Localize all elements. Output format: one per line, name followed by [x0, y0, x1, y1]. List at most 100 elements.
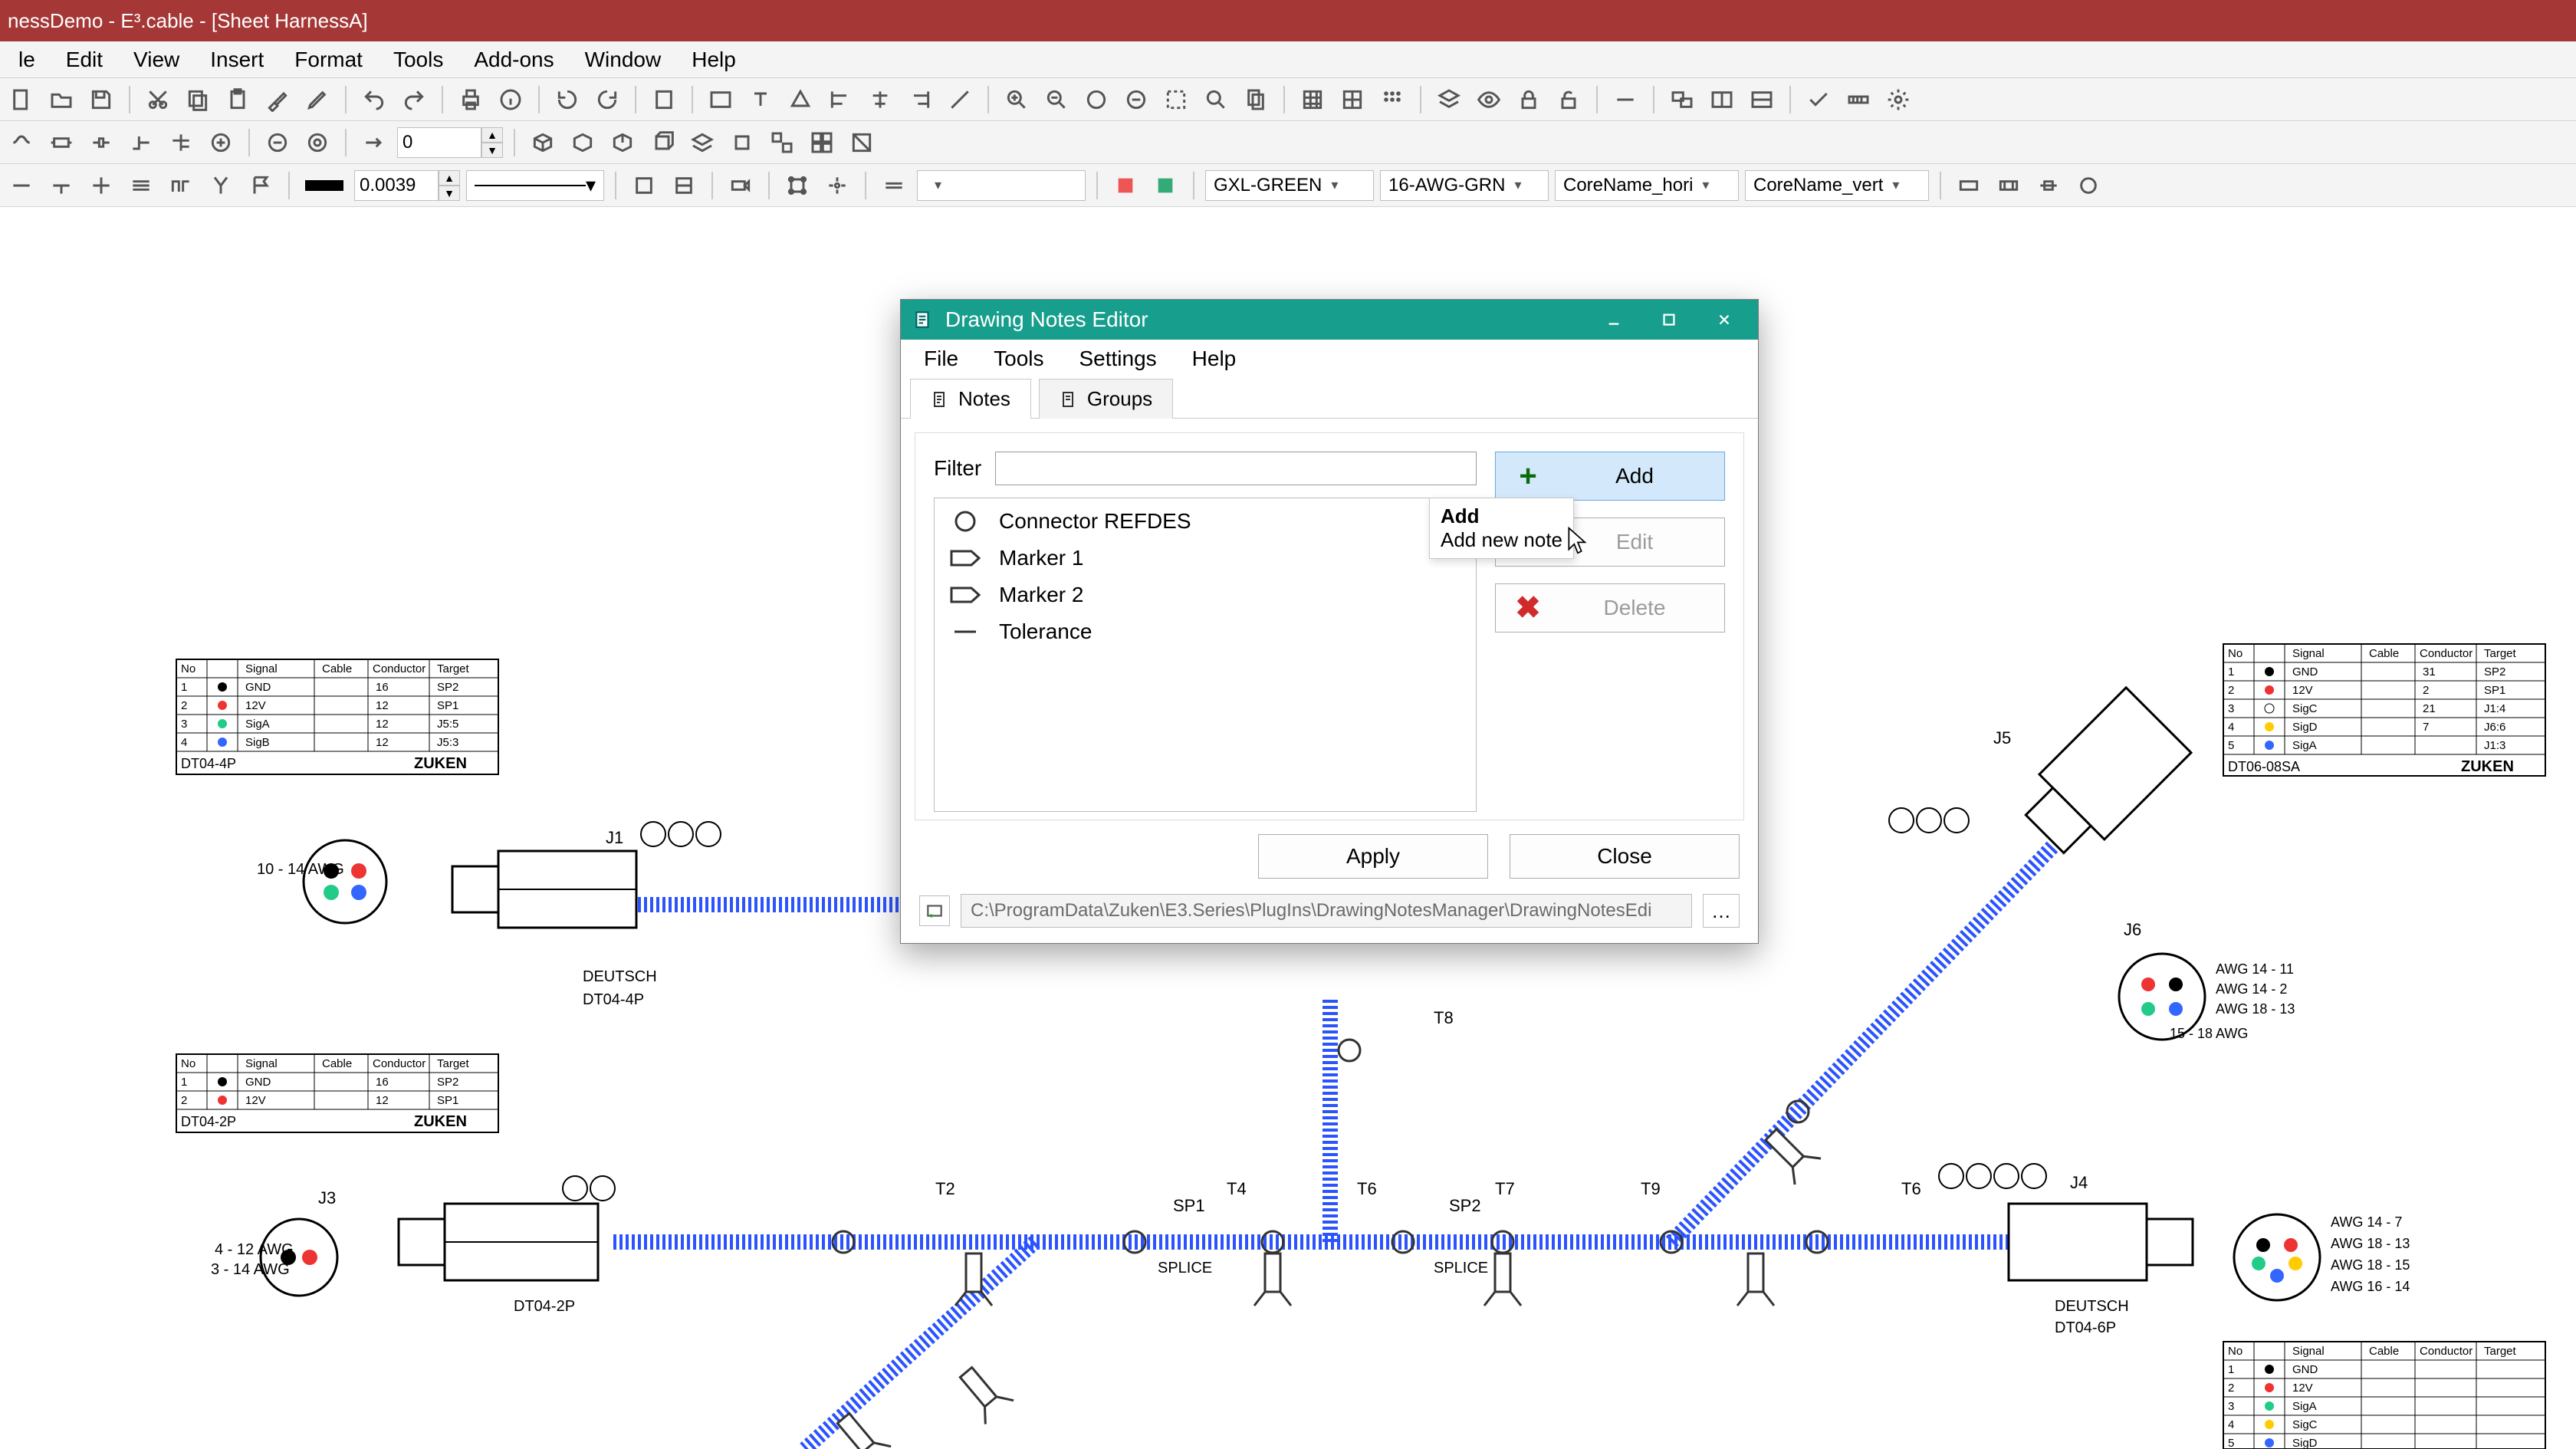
menu-file[interactable]: le: [5, 43, 49, 77]
tb2-cube7-icon[interactable]: [765, 126, 799, 159]
layer-combo[interactable]: ▾: [917, 170, 1086, 201]
tb-split-v-icon[interactable]: [1745, 83, 1779, 117]
menu-view[interactable]: View: [120, 43, 193, 77]
tb2-cube1-icon[interactable]: [526, 126, 560, 159]
tb-grid-icon[interactable]: [1296, 83, 1329, 117]
tb2-cube5-icon[interactable]: [685, 126, 719, 159]
tb2-cube3-icon[interactable]: [606, 126, 639, 159]
notes-list[interactable]: Connector REFDES Marker 1 Marker 2 Toler…: [934, 498, 1477, 812]
tb3-flag-icon[interactable]: [244, 169, 278, 202]
tb-settings-icon[interactable]: [1881, 83, 1915, 117]
tb-layers-icon[interactable]: [1432, 83, 1466, 117]
tb-zoom-out-icon[interactable]: [1040, 83, 1073, 117]
tb-align-left-icon[interactable]: [823, 83, 857, 117]
tb2-cube9-icon[interactable]: [845, 126, 879, 159]
tb-line-icon[interactable]: [943, 83, 977, 117]
note-item-marker-1[interactable]: Marker 1: [935, 540, 1476, 577]
tb-align-center-icon[interactable]: [863, 83, 897, 117]
tb-info-icon[interactable]: [494, 83, 527, 117]
filter-input[interactable]: [995, 452, 1477, 485]
tb2-offset-input[interactable]: [397, 127, 481, 158]
menu-insert[interactable]: Insert: [196, 43, 278, 77]
tb2-cube4-icon[interactable]: [646, 126, 679, 159]
line-width-input[interactable]: [354, 170, 439, 201]
menu-help[interactable]: Help: [678, 43, 750, 77]
dialog-minimize-button[interactable]: [1592, 306, 1635, 334]
tb-pencil-icon[interactable]: [301, 83, 334, 117]
line-weight-swatch[interactable]: [305, 180, 343, 191]
close-button[interactable]: Close: [1510, 834, 1740, 879]
apply-button[interactable]: Apply: [1258, 834, 1488, 879]
tb-sheets-icon[interactable]: [1239, 83, 1273, 117]
tb-paste-icon[interactable]: [221, 83, 255, 117]
dlg-menu-help[interactable]: Help: [1177, 342, 1252, 376]
tb-visible-icon[interactable]: [1472, 83, 1506, 117]
tb3-net-icon[interactable]: [780, 169, 814, 202]
tb3-col1-icon[interactable]: [1109, 169, 1142, 202]
tb2-cube2-icon[interactable]: [566, 126, 600, 159]
delete-note-button[interactable]: ✖ Delete: [1495, 583, 1725, 632]
tb3-harness3-icon[interactable]: [2032, 169, 2065, 202]
tb-cut-icon[interactable]: [141, 83, 175, 117]
tb-align-right-icon[interactable]: [903, 83, 937, 117]
tb3-wire-icon[interactable]: [5, 169, 38, 202]
corename-v-combo[interactable]: CoreName_vert▾: [1745, 170, 1929, 201]
menu-tools[interactable]: Tools: [380, 43, 457, 77]
dialog-close-button[interactable]: [1703, 306, 1746, 334]
tb3-route-icon[interactable]: [164, 169, 198, 202]
tb-zoom-area-icon[interactable]: [1159, 83, 1193, 117]
tb3-star-icon[interactable]: [820, 169, 854, 202]
tb-brush-icon[interactable]: [261, 83, 294, 117]
tb-hrule-icon[interactable]: [1608, 83, 1642, 117]
dialog-titlebar[interactable]: Drawing Notes Editor: [901, 300, 1758, 340]
tb-undo-icon[interactable]: [357, 83, 391, 117]
menu-window[interactable]: Window: [571, 43, 675, 77]
note-item-connector-refdes[interactable]: Connector REFDES: [935, 503, 1476, 540]
tb-shape-icon[interactable]: [784, 83, 817, 117]
menu-edit[interactable]: Edit: [52, 43, 117, 77]
wire-gauge-combo[interactable]: 16-AWG-GRN▾: [1380, 170, 1549, 201]
tb3-harness1-icon[interactable]: [1952, 169, 1986, 202]
config-path-field[interactable]: [961, 894, 1692, 928]
tb-check-icon[interactable]: [1802, 83, 1835, 117]
note-item-tolerance[interactable]: Tolerance: [935, 613, 1476, 650]
spin-down-icon[interactable]: ▼: [439, 186, 460, 201]
tb-copy-icon[interactable]: [181, 83, 215, 117]
tb3-harness4-icon[interactable]: [2072, 169, 2105, 202]
menu-addons[interactable]: Add-ons: [460, 43, 567, 77]
line-pattern-dropdown[interactable]: ▾: [466, 170, 604, 201]
spin-up-icon[interactable]: ▲: [439, 170, 460, 186]
tb-zoom-100-icon[interactable]: [1119, 83, 1153, 117]
menu-format[interactable]: Format: [281, 43, 376, 77]
add-note-button[interactable]: + Add: [1495, 452, 1725, 501]
tb3-label-icon[interactable]: [724, 169, 757, 202]
tb-frame-icon[interactable]: [704, 83, 738, 117]
spin-down-icon[interactable]: ▼: [481, 143, 503, 158]
tab-groups[interactable]: Groups: [1039, 379, 1173, 419]
tab-notes[interactable]: Notes: [910, 379, 1031, 419]
tb-rotate-right-icon[interactable]: [590, 83, 624, 117]
tb2-remove-icon[interactable]: [261, 126, 294, 159]
tb-lock-icon[interactable]: [1512, 83, 1546, 117]
tb2-cube6-icon[interactable]: [725, 126, 759, 159]
wire-color-combo[interactable]: GXL-GREEN▾: [1205, 170, 1374, 201]
tb2-cable-icon[interactable]: [5, 126, 38, 159]
tb3-wirecross-icon[interactable]: [84, 169, 118, 202]
tb-text-icon[interactable]: [744, 83, 777, 117]
dlg-menu-file[interactable]: File: [909, 342, 974, 376]
tb2-splice-icon[interactable]: [84, 126, 118, 159]
corename-h-combo[interactable]: CoreName_hori▾: [1555, 170, 1739, 201]
tb-grid-show-icon[interactable]: [1375, 83, 1409, 117]
tb3-bundle-icon[interactable]: [124, 169, 158, 202]
tb-split-h-icon[interactable]: [1705, 83, 1739, 117]
dlg-menu-tools[interactable]: Tools: [978, 342, 1059, 376]
tb3-layer-icon[interactable]: [877, 169, 911, 202]
tb-ruler-icon[interactable]: [1842, 83, 1875, 117]
tb-sheet-icon[interactable]: [647, 83, 681, 117]
tb3-wirebranch-icon[interactable]: [44, 169, 78, 202]
tb-new-icon[interactable]: [5, 83, 38, 117]
tb2-target-icon[interactable]: [301, 126, 334, 159]
browse-path-button[interactable]: …: [1703, 894, 1740, 928]
tb2-offset-spinner[interactable]: ▲▼: [397, 127, 503, 158]
dlg-menu-settings[interactable]: Settings: [1064, 342, 1172, 376]
